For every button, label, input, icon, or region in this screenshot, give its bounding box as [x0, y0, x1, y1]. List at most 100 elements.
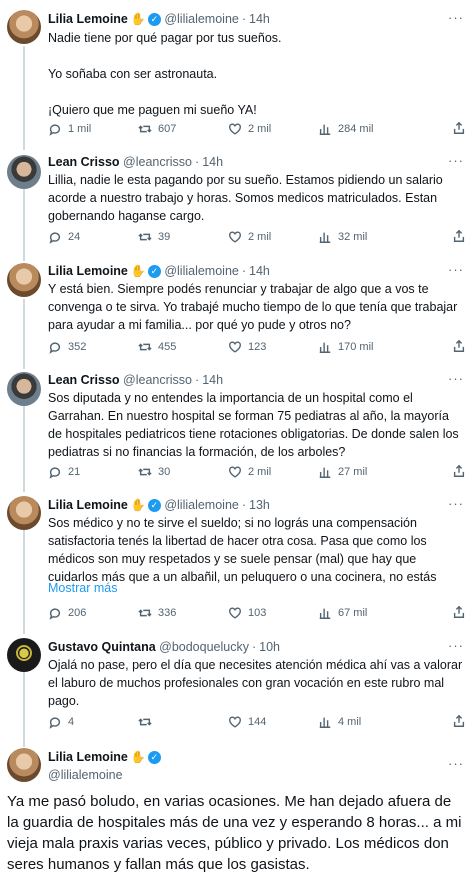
views-button[interactable]: 284 mil — [318, 120, 373, 138]
more-options-icon[interactable]: ··· — [448, 371, 464, 386]
like-count: 103 — [248, 607, 267, 619]
retweet-button[interactable]: 607 — [138, 120, 176, 138]
like-button[interactable]: 2 mil — [228, 228, 271, 246]
like-count: 123 — [248, 341, 267, 353]
more-options-icon[interactable]: ··· — [448, 10, 464, 25]
bar-chart-icon — [318, 122, 332, 136]
views-button[interactable]: 27 mil — [318, 463, 367, 481]
author-name[interactable]: Lean Crisso — [48, 371, 120, 389]
more-options-icon[interactable]: ··· — [448, 756, 464, 771]
avatar[interactable] — [7, 372, 41, 406]
like-button[interactable]: 2 mil — [228, 120, 271, 138]
retweet-count: 336 — [158, 607, 177, 619]
reply-button[interactable]: 352 — [48, 338, 86, 356]
avatar[interactable] — [7, 10, 41, 44]
share-button[interactable] — [452, 713, 466, 731]
heart-icon — [228, 465, 242, 479]
retweet-button[interactable] — [138, 713, 158, 731]
author-name[interactable]: Lilia Lemoine — [48, 262, 128, 280]
more-options-icon[interactable]: ··· — [448, 496, 464, 511]
reply-button[interactable]: 4 — [48, 713, 74, 731]
timestamp[interactable]: 14h — [202, 153, 223, 171]
like-button[interactable]: 103 — [228, 604, 266, 622]
more-options-icon[interactable]: ··· — [448, 153, 464, 168]
separator: · — [195, 373, 200, 387]
timestamp[interactable]: 14h — [249, 262, 270, 280]
author-handle[interactable]: @lilialemoine — [164, 496, 239, 514]
share-button[interactable] — [452, 120, 466, 138]
reply-button[interactable]: 206 — [48, 604, 86, 622]
timestamp[interactable]: 10h — [259, 638, 280, 656]
like-count: 2 mil — [248, 466, 272, 478]
heart-icon — [228, 715, 242, 729]
timestamp[interactable]: 14h — [249, 10, 270, 28]
avatar-logo — [16, 645, 32, 661]
views-button[interactable]: 32 mil — [318, 228, 367, 246]
author-handle[interactable]: @bodoquelucky — [159, 638, 249, 656]
retweet-button[interactable]: 455 — [138, 338, 176, 356]
retweet-count: 607 — [158, 123, 177, 135]
more-options-icon[interactable]: ··· — [448, 638, 464, 653]
more-options-icon[interactable]: ··· — [448, 262, 464, 277]
reply-count: 21 — [68, 466, 81, 478]
separator: · — [241, 498, 247, 512]
retweet-button[interactable]: 30 — [138, 463, 170, 481]
separator: · — [241, 12, 247, 26]
like-button[interactable]: 2 mil — [228, 463, 271, 481]
author-name[interactable]: Lilia Lemoine — [48, 496, 128, 514]
view-count: 170 mil — [338, 341, 374, 353]
like-button[interactable]: 123 — [228, 338, 266, 356]
avatar[interactable] — [7, 155, 41, 189]
reply-button[interactable]: 24 — [48, 228, 80, 246]
like-button[interactable]: 144 — [228, 713, 266, 731]
avatar[interactable] — [7, 496, 41, 530]
reply-button[interactable]: 1 mil — [48, 120, 91, 138]
tweet-actions: 24 39 2 mil 32 mil — [48, 228, 468, 246]
reply-icon — [48, 230, 62, 244]
reply-button[interactable]: 21 — [48, 463, 80, 481]
retweet-button[interactable]: 336 — [138, 604, 176, 622]
tweet-text: Nadie tiene por qué pagar por tus sueños… — [48, 31, 282, 117]
avatar[interactable] — [7, 748, 41, 782]
author-name[interactable]: Lilia Lemoine — [48, 10, 128, 28]
views-button[interactable]: 67 mil — [318, 604, 367, 622]
like-count: 2 mil — [248, 231, 272, 243]
share-button[interactable] — [452, 604, 466, 622]
author-handle[interactable]: @leancrisso — [123, 371, 192, 389]
verified-icon: ✓ — [147, 264, 161, 278]
share-button[interactable] — [452, 338, 466, 356]
timestamp[interactable]: 13h — [249, 496, 270, 514]
views-button[interactable]: 4 mil — [318, 713, 361, 731]
author-name[interactable]: Lean Crisso — [48, 153, 120, 171]
timestamp[interactable]: 14h — [202, 371, 223, 389]
author-name[interactable]: Gustavo Quintana — [48, 638, 156, 656]
author-name[interactable]: Lilia Lemoine — [48, 748, 128, 766]
bar-chart-icon — [318, 230, 332, 244]
share-button[interactable] — [452, 463, 466, 481]
views-button[interactable]: 170 mil — [318, 338, 373, 356]
show-more-link[interactable]: Mostrar más — [48, 579, 117, 597]
clapping-hands-icon: ✋ — [130, 12, 146, 26]
share-icon — [452, 229, 466, 246]
heart-icon — [228, 606, 242, 620]
verified-icon: ✓ — [147, 498, 161, 512]
retweet-count: 39 — [158, 231, 171, 243]
author-handle[interactable]: @leancrisso — [123, 153, 192, 171]
avatar[interactable] — [7, 263, 41, 297]
retweet-button[interactable]: 39 — [138, 228, 170, 246]
tweet-text: Lillia, nadie le esta pagando por su sue… — [48, 173, 447, 223]
reply-icon — [48, 122, 62, 136]
separator: · — [251, 640, 257, 654]
author-handle[interactable]: @lilialemoine — [48, 766, 123, 784]
thread-line — [23, 530, 25, 634]
bar-chart-icon — [318, 340, 332, 354]
reply-icon — [48, 340, 62, 354]
share-button[interactable] — [452, 228, 466, 246]
avatar[interactable] — [7, 638, 41, 672]
reply-icon — [48, 715, 62, 729]
reply-count: 352 — [68, 341, 87, 353]
tweet-text: Y está bien. Siempre podés renunciar y t… — [48, 282, 461, 332]
author-handle[interactable]: @lilialemoine — [164, 262, 239, 280]
heart-icon — [228, 230, 242, 244]
author-handle[interactable]: @lilialemoine — [164, 10, 239, 28]
